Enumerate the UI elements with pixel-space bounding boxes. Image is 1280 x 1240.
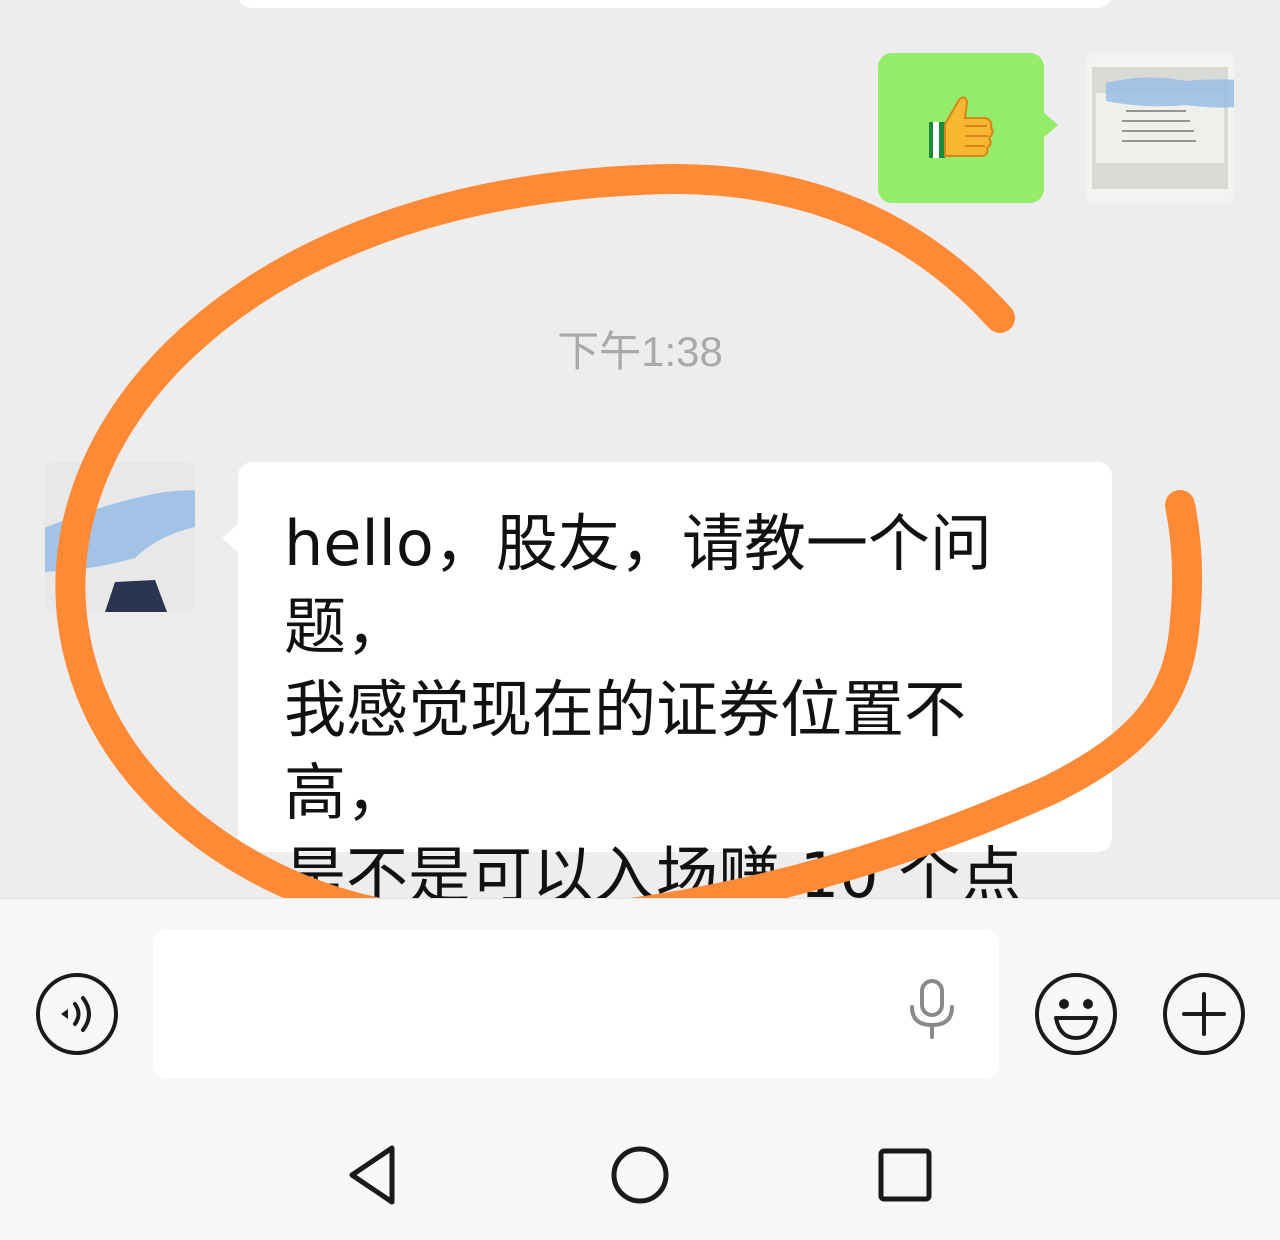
thumbs-up-icon [929,96,994,158]
chat-history[interactable]: 下午1:38 hello，股友，请教一个问题， 我感觉现在的证券位置不高， 是不… [0,0,1280,898]
smiley-icon[interactable] [1034,972,1118,1056]
microphone-icon[interactable] [905,979,959,1039]
received-message-text: hello，股友，请教一个问题， 我感觉现在的证券位置不高， 是不是可以入场赚 … [284,507,1023,898]
previous-message-bubble[interactable] [238,0,1112,8]
system-navigation-bar [0,1098,1280,1240]
friend-avatar[interactable] [45,462,195,612]
my-avatar[interactable] [1086,53,1234,203]
input-bar [0,898,1280,1099]
back-triangle-icon[interactable] [340,1140,410,1210]
received-message-bubble[interactable]: hello，股友，请教一个问题， 我感觉现在的证券位置不高， 是不是可以入场赚 … [222,462,1112,898]
message-timestamp: 下午1:38 [557,328,723,375]
sent-message-bubble[interactable] [878,53,1058,203]
my-avatar-image [1092,67,1234,189]
plus-icon[interactable] [1162,972,1246,1056]
home-circle-icon[interactable] [605,1140,675,1210]
friend-avatar-image [45,462,195,612]
recents-square-icon[interactable] [870,1140,940,1210]
voice-mode-icon[interactable] [35,972,119,1056]
message-input[interactable] [153,929,999,1079]
